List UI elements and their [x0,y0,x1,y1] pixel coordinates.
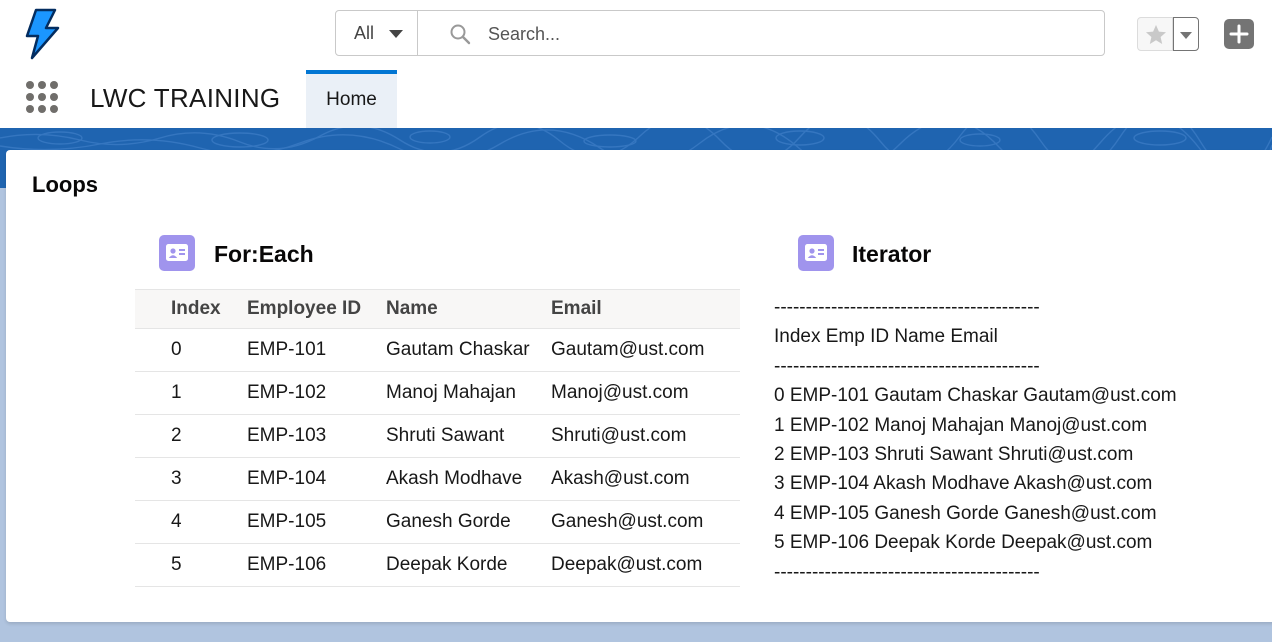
cell-name: Deepak Korde [386,543,551,587]
chevron-down-icon [1180,32,1192,39]
cell-employee-id: EMP-101 [247,328,386,372]
separator-line: ----------------------------------------… [774,297,1040,318]
tab-home[interactable]: Home [306,70,397,128]
column-header-index: Index [135,289,247,329]
cell-employee-id: EMP-106 [247,543,386,587]
cell-employee-id: EMP-105 [247,500,386,544]
favorites-list-button[interactable] [1173,17,1199,51]
cell-index: 0 [135,328,247,372]
search-scope-dropdown[interactable]: All [336,11,418,55]
employee-table: Index Employee ID Name Email 0 EMP-101 G… [135,289,740,587]
cell-index: 3 [135,457,247,501]
cell-email: Akash@ust.com [551,457,740,501]
for-each-title: For:Each [214,241,314,267]
table-row: 5 EMP-106 Deepak Korde Deepak@ust.com [135,543,740,587]
column-header-email: Email [551,289,740,329]
chevron-down-icon [388,25,404,41]
iterator-line: 1 EMP-102 Manoj Mahajan Manoj@ust.com [774,414,1148,436]
column-header-employee-id: Employee ID [247,289,386,329]
cell-email: Shruti@ust.com [551,414,740,458]
separator-line: ----------------------------------------… [774,561,1040,583]
search-input[interactable] [486,17,1090,51]
loops-card: Loops For:Each Index Employee ID Name Em… [6,150,1272,622]
iterator-header-line: Index Emp ID Name Email [774,326,998,348]
tab-home-label: Home [326,89,377,110]
cell-employee-id: EMP-102 [247,371,386,415]
cell-index: 4 [135,500,247,544]
star-icon [1146,25,1166,44]
cell-name: Manoj Mahajan [386,371,551,415]
cell-employee-id: EMP-103 [247,414,386,458]
cell-email: Ganesh@ust.com [551,500,740,544]
iterator-output: ----------------------------------------… [774,293,1177,587]
cell-name: Shruti Sawant [386,414,551,458]
cell-index: 5 [135,543,247,587]
iterator-line: 3 EMP-104 Akash Modhave Akash@ust.com [774,473,1153,495]
cell-index: 2 [135,414,247,458]
iterator-line: 2 EMP-103 Shruti Sawant Shruti@ust.com [774,443,1134,465]
table-row: 0 EMP-101 Gautam Chaskar Gautam@ust.com [135,328,740,372]
card-title: Loops [32,172,98,197]
table-row: 4 EMP-105 Ganesh Gorde Ganesh@ust.com [135,500,740,544]
global-search: All [335,10,1105,56]
contact-card-icon [159,235,195,271]
iterator-line: 4 EMP-105 Ganesh Gorde Ganesh@ust.com [774,502,1157,524]
cell-email: Deepak@ust.com [551,543,740,587]
iterator-line: 0 EMP-101 Gautam Chaskar Gautam@ust.com [774,385,1177,407]
cell-name: Akash Modhave [386,457,551,501]
table-row: 3 EMP-104 Akash Modhave Akash@ust.com [135,457,740,501]
cell-email: Manoj@ust.com [551,371,740,415]
table-row: 1 EMP-102 Manoj Mahajan Manoj@ust.com [135,371,740,415]
search-icon [449,23,471,45]
contact-card-icon [798,235,834,271]
favorite-button[interactable] [1137,17,1173,51]
cell-email: Gautam@ust.com [551,328,740,372]
table-header-row: Index Employee ID Name Email [135,289,740,329]
search-scope-label: All [354,23,375,43]
global-actions-button[interactable] [1224,19,1254,49]
favorites-group [1137,17,1199,51]
cell-name: Ganesh Gorde [386,500,551,544]
iterator-title: Iterator [852,241,932,267]
app-name: LWC TRAINING [90,83,281,113]
cell-name: Gautam Chaskar [386,328,551,372]
app-navigation-bar: LWC TRAINING Home [0,70,1272,128]
iterator-line: 5 EMP-106 Deepak Korde Deepak@ust.com [774,532,1153,554]
lightning-logo-icon[interactable] [22,8,62,60]
cell-index: 1 [135,371,247,415]
global-header: All [0,0,1272,70]
cell-employee-id: EMP-104 [247,457,386,501]
table-row: 2 EMP-103 Shruti Sawant Shruti@ust.com [135,414,740,458]
column-header-name: Name [386,289,551,329]
separator-line: ----------------------------------------… [774,355,1040,377]
plus-icon [1229,24,1249,44]
app-launcher-icon[interactable] [25,80,59,114]
